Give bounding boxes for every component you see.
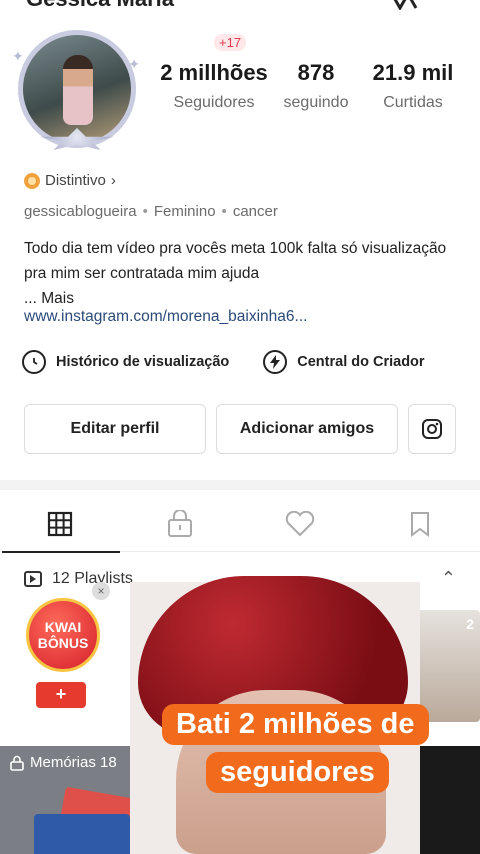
zodiac-sign: cancer bbox=[232, 203, 278, 220]
kwai-bonus-label: BÔNUS bbox=[37, 635, 89, 651]
creator-center-label: Central do Criador bbox=[297, 354, 425, 370]
active-tab-indicator bbox=[2, 551, 120, 553]
header-icons[interactable] bbox=[390, 0, 450, 16]
profile-tabs bbox=[0, 496, 480, 553]
heart-icon bbox=[285, 511, 315, 537]
caption-line-2: seguidores bbox=[206, 752, 389, 793]
memories-card bbox=[34, 814, 130, 854]
grid-icon bbox=[47, 511, 73, 537]
thumbnail-count: 2 bbox=[466, 616, 474, 632]
instagram-button[interactable] bbox=[408, 404, 456, 454]
bio-text: Todo dia tem vídeo pra vocês meta 100k f… bbox=[24, 240, 447, 282]
avatar[interactable]: ✦ ✦ bbox=[12, 26, 142, 156]
kwai-add-button[interactable]: + bbox=[36, 682, 86, 708]
close-icon[interactable]: × bbox=[92, 582, 110, 600]
memories-label-row: Memórias 18 bbox=[10, 754, 117, 771]
separator-dot: • bbox=[142, 203, 148, 220]
tab-saved[interactable] bbox=[360, 496, 480, 552]
header-action-icon[interactable] bbox=[390, 0, 450, 12]
add-friends-button[interactable]: Adicionar amigos bbox=[216, 404, 398, 454]
lock-icon bbox=[168, 510, 192, 537]
separator-dot: • bbox=[221, 203, 227, 220]
profile-stats: +17 2 millhões Seguidores 878 seguindo 2… bbox=[150, 34, 462, 120]
avatar-figure bbox=[63, 55, 93, 125]
instagram-icon bbox=[422, 419, 442, 439]
likes-stat[interactable]: 21.9 mil Curtidas bbox=[364, 40, 462, 112]
likes-count: 21.9 mil bbox=[372, 60, 454, 85]
lightning-icon bbox=[263, 350, 288, 374]
kwai-bonus-banner[interactable]: KWAI BÔNUS bbox=[26, 598, 100, 672]
playlist-icon bbox=[24, 571, 42, 587]
tab-liked[interactable] bbox=[240, 496, 360, 552]
chevron-right-icon: › bbox=[110, 172, 116, 189]
profile-actions: Editar perfil Adicionar amigos bbox=[24, 404, 456, 454]
medal-icon bbox=[24, 172, 40, 189]
kwai-label: KWAI bbox=[44, 619, 82, 635]
bio-more-link[interactable]: ... Mais bbox=[24, 290, 74, 307]
history-label: Histórico de visualização bbox=[56, 354, 230, 370]
clock-icon bbox=[22, 350, 46, 374]
creator-center-button[interactable]: Central do Criador bbox=[263, 350, 425, 374]
profile-meta: gessicablogueira • Feminino • cancer bbox=[24, 203, 278, 220]
username: gessicablogueira bbox=[24, 203, 137, 220]
following-label: seguindo bbox=[283, 94, 349, 111]
sparkle-icon: ✦ bbox=[128, 56, 140, 72]
chevron-up-icon[interactable]: ⌃ bbox=[441, 568, 456, 589]
followers-stat[interactable]: +17 2 millhões Seguidores bbox=[150, 34, 278, 112]
creator-tools: Histórico de visualização Central do Cri… bbox=[22, 350, 460, 374]
history-button[interactable]: Histórico de visualização bbox=[22, 350, 229, 374]
section-divider bbox=[0, 480, 480, 490]
tab-private[interactable] bbox=[120, 496, 240, 552]
sparkle-icon: ✦ bbox=[12, 48, 24, 64]
profile-display-name: Gessica Maria bbox=[26, 0, 174, 12]
caption-line-1: Bati 2 milhões de bbox=[162, 704, 429, 745]
tab-videos[interactable] bbox=[0, 496, 120, 553]
following-stat[interactable]: 878 seguindo bbox=[264, 40, 368, 112]
lock-icon bbox=[10, 755, 24, 771]
followers-count: 2 millhões bbox=[160, 60, 268, 85]
gender: Feminino bbox=[153, 203, 216, 220]
external-link[interactable]: www.instagram.com/morena_baixinha6... bbox=[24, 308, 307, 326]
distintivo-label: Distintivo bbox=[45, 172, 106, 189]
followers-label: Seguidores bbox=[173, 94, 255, 111]
edit-profile-button[interactable]: Editar perfil bbox=[24, 404, 206, 454]
likes-label: Curtidas bbox=[383, 94, 443, 111]
followers-new-badge: +17 bbox=[214, 34, 247, 51]
memories-label: Memórias 18 bbox=[30, 754, 117, 771]
following-count: 878 bbox=[297, 60, 335, 85]
bio: Todo dia tem vídeo pra vocês meta 100k f… bbox=[24, 236, 456, 311]
distintivo-link[interactable]: Distintivo › bbox=[24, 172, 116, 189]
bookmark-icon bbox=[411, 512, 429, 537]
